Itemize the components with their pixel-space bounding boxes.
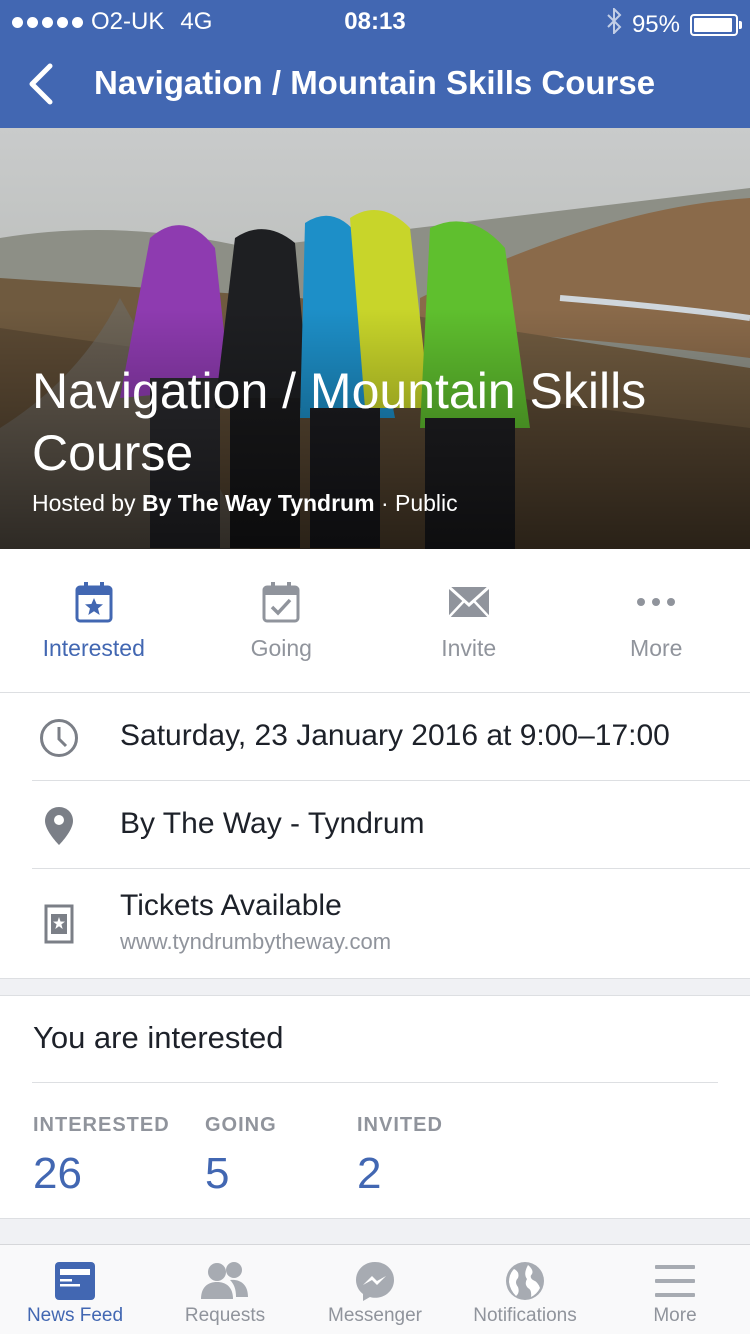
hosted-prefix: Hosted by xyxy=(32,490,136,516)
calendar-check-icon xyxy=(188,579,376,625)
stat-going[interactable]: GOING 5 xyxy=(205,1114,277,1199)
nav-title: Navigation / Mountain Skills Course xyxy=(94,64,656,101)
tickets-title: Tickets Available xyxy=(120,889,342,922)
news-feed-icon xyxy=(0,1259,150,1303)
host-name-link[interactable]: By The Way Tyndrum xyxy=(142,490,375,516)
hamburger-menu-icon xyxy=(600,1259,750,1303)
calendar-star-icon xyxy=(0,579,188,625)
guest-summary: You are interested INTERESTED 26 GOING 5… xyxy=(0,996,750,1218)
tickets-row[interactable]: Tickets Available www.tyndrumbytheway.co… xyxy=(32,869,750,979)
event-host-line: Hosted by By The Way Tyndrum · Public xyxy=(32,490,458,517)
going-label: Going xyxy=(250,635,312,661)
invite-label: Invite xyxy=(441,635,497,661)
stat-value: 2 xyxy=(357,1149,382,1198)
map-pin-icon xyxy=(38,805,80,847)
interested-button[interactable]: Interested xyxy=(0,549,188,692)
bluetooth-icon xyxy=(606,6,622,41)
interested-label: Interested xyxy=(42,635,145,661)
stat-value: 5 xyxy=(205,1149,230,1198)
top-bar: O2-UK 4G 08:13 95% Navigation / Mountain… xyxy=(0,0,750,128)
stat-label: INTERESTED xyxy=(33,1114,170,1136)
tab-label: News Feed xyxy=(26,1305,124,1326)
tab-more[interactable]: More xyxy=(600,1245,750,1334)
clock-icon xyxy=(38,717,80,759)
going-button[interactable]: Going xyxy=(188,549,376,692)
summary-divider xyxy=(32,1082,718,1083)
more-dots-icon xyxy=(563,579,750,625)
section-divider xyxy=(0,1218,750,1244)
interest-status: You are interested xyxy=(33,1020,284,1055)
section-divider xyxy=(0,978,750,996)
more-label: More xyxy=(630,635,683,661)
tab-news-feed[interactable]: News Feed xyxy=(0,1245,150,1334)
stat-value: 26 xyxy=(33,1149,82,1198)
event-cover-photo[interactable]: Navigation / Mountain Skills Course Host… xyxy=(0,128,750,549)
battery-icon xyxy=(690,13,742,36)
event-details: Saturday, 23 January 2016 at 9:00–17:00 … xyxy=(0,693,750,979)
tab-requests[interactable]: Requests xyxy=(150,1245,300,1334)
datetime-row[interactable]: Saturday, 23 January 2016 at 9:00–17:00 xyxy=(32,693,750,781)
location-row[interactable]: By The Way - Tyndrum xyxy=(32,781,750,869)
friend-requests-icon xyxy=(150,1259,300,1303)
more-actions-button[interactable]: More xyxy=(563,549,750,692)
event-datetime: Saturday, 23 January 2016 at 9:00–17:00 xyxy=(120,719,670,752)
event-actions: Interested Going Invite More xyxy=(0,549,750,693)
tab-messenger[interactable]: Messenger xyxy=(300,1245,450,1334)
tab-label: Notifications xyxy=(473,1305,577,1326)
tickets-url-link[interactable]: www.tyndrumbytheway.com xyxy=(120,929,391,955)
navigation-bar: Navigation / Mountain Skills Course xyxy=(0,40,750,128)
back-button[interactable] xyxy=(26,62,66,106)
bottom-tab-bar: News Feed Requests Messenger Notificatio… xyxy=(0,1244,750,1334)
stat-label: INVITED xyxy=(357,1114,443,1136)
event-location: By The Way - Tyndrum xyxy=(120,807,425,840)
stat-interested[interactable]: INTERESTED 26 xyxy=(33,1114,170,1199)
envelope-icon xyxy=(375,579,563,625)
messenger-icon xyxy=(300,1259,450,1303)
tab-label: More xyxy=(653,1305,697,1326)
chevron-left-icon xyxy=(29,63,53,105)
privacy-label: · Public xyxy=(380,490,458,516)
stat-label: GOING xyxy=(205,1114,277,1136)
tab-label: Requests xyxy=(184,1305,266,1326)
status-bar: O2-UK 4G 08:13 95% xyxy=(0,0,750,40)
globe-icon xyxy=(450,1259,600,1303)
invite-button[interactable]: Invite xyxy=(375,549,563,692)
ticket-icon xyxy=(38,903,80,945)
tab-notifications[interactable]: Notifications xyxy=(450,1245,600,1334)
stat-invited[interactable]: INVITED 2 xyxy=(357,1114,443,1199)
event-title: Navigation / Mountain Skills Course xyxy=(32,363,647,481)
tab-label: Messenger xyxy=(328,1305,422,1326)
battery-percent: 95% xyxy=(631,10,680,38)
battery-info: 95% xyxy=(606,6,742,41)
